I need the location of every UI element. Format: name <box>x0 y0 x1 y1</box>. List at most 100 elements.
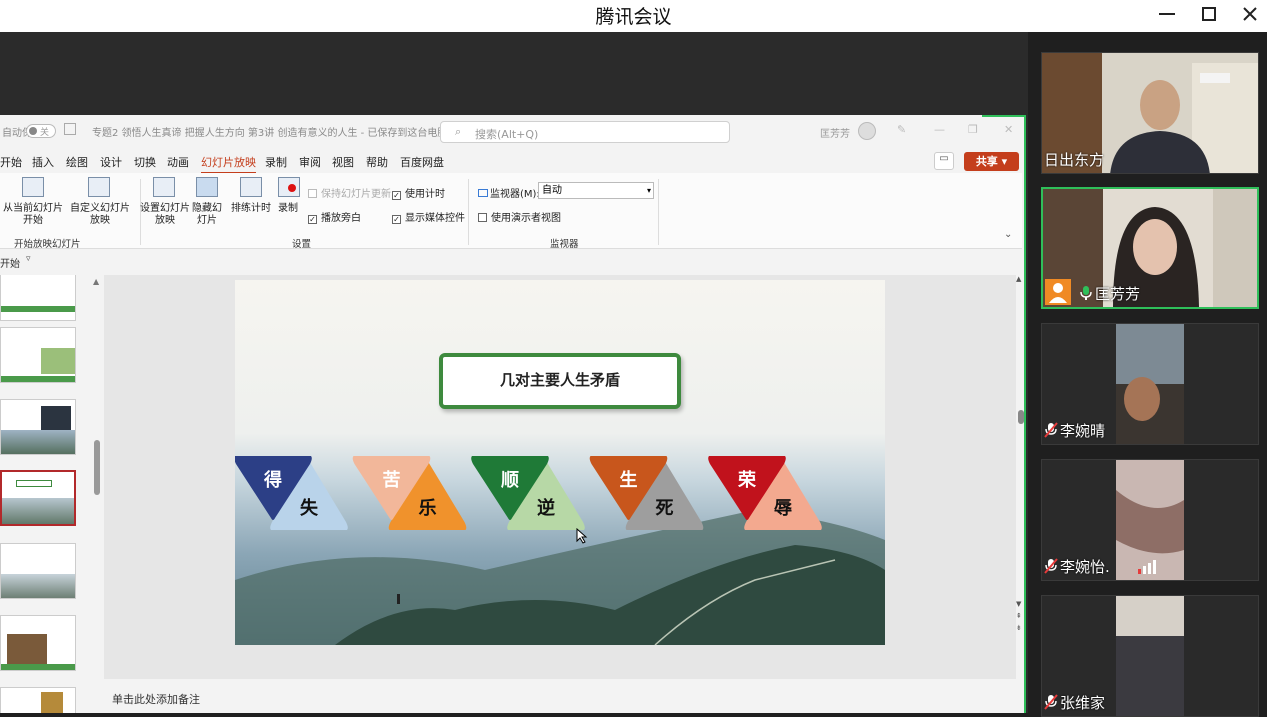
slide-thumbnail[interactable] <box>0 275 76 321</box>
use-timings-label: 使用计时 <box>405 189 445 200</box>
share-frame-indicator <box>1024 115 1026 713</box>
ppt-minimize-icon[interactable]: — <box>934 123 945 136</box>
monitor-label-row: 监视器(M): <box>478 185 540 200</box>
setup-slideshow-button[interactable]: 设置幻灯片放映 <box>140 203 190 227</box>
tab-draw[interactable]: 绘图 <box>66 154 88 170</box>
play-narration-label: 播放旁白 <box>321 213 361 224</box>
from-current-slide-button[interactable]: 从当前幻灯片开始 <box>2 203 64 227</box>
participant-video-list: 日出东方 匡芳芳 李婉晴 李婉怡. 张维家 <box>1028 32 1267 717</box>
qat-start-label: 开始 <box>0 259 20 270</box>
close-icon <box>1243 7 1257 21</box>
tab-review[interactable]: 审阅 <box>299 154 321 170</box>
show-media-label: 显示媒体控件 <box>405 213 465 224</box>
tab-record[interactable]: 录制 <box>265 154 287 170</box>
participant-name-row: 匡芳芳 <box>1079 283 1140 304</box>
monitor-icon <box>478 189 488 197</box>
participant-name: 张维家 <box>1060 694 1106 712</box>
pair-second-char: 乐 <box>419 498 437 519</box>
participant-name: 李婉怡. <box>1060 558 1110 576</box>
thumbnail-scrollbar[interactable] <box>94 275 100 713</box>
participant-tile[interactable]: 张维家 <box>1041 595 1259 717</box>
search-input[interactable]: ⌕ 搜索(Alt+Q) <box>440 121 730 143</box>
pen-icon[interactable]: ✎ <box>897 123 906 136</box>
notes-pane[interactable]: 单击此处添加备注 <box>104 684 1016 713</box>
ppt-close-icon[interactable]: ✕ <box>1004 123 1013 136</box>
record-icon <box>278 177 300 197</box>
use-timings-checkbox[interactable]: ✓ 使用计时 <box>392 185 445 200</box>
participant-tile-speaking[interactable]: 匡芳芳 <box>1041 187 1259 309</box>
ribbon: 从当前幻灯片开始 自定义幻灯片放映 开始放映幻灯片 设置幻灯片放映 隐藏幻灯片 … <box>0 173 1022 250</box>
show-media-checkbox[interactable]: ✓ 显示媒体控件 <box>392 209 465 224</box>
tab-transitions[interactable]: 切换 <box>134 154 156 170</box>
rehearse-timings-button[interactable]: 排练计时 <box>230 203 272 215</box>
close-button[interactable] <box>1229 0 1267 28</box>
user-avatar[interactable] <box>858 122 876 140</box>
participant-tile[interactable]: 日出东方 <box>1041 52 1259 174</box>
ppt-restore-icon[interactable]: ❐ <box>968 123 978 136</box>
muted-microphone-icon <box>1044 558 1058 574</box>
group-setup-label: 设置 <box>292 239 312 250</box>
muted-microphone-icon <box>1044 694 1058 710</box>
shared-screen: 自动保存 关 专题2 领悟人生真谛 把握人生方向 第3讲 创造有意义的人生 - … <box>0 32 1028 713</box>
record-button[interactable]: 录制 <box>274 203 302 215</box>
comment-button[interactable]: ▭ <box>934 152 954 170</box>
participant-tile[interactable]: 李婉晴 <box>1041 323 1259 445</box>
from-current-slide-icon <box>22 177 44 197</box>
tab-insert[interactable]: 插入 <box>32 154 54 170</box>
scroll-up-icon[interactable]: ▲ <box>93 277 99 286</box>
pair-second-char: 辱 <box>774 498 792 519</box>
slide-thumbnail[interactable] <box>0 615 76 671</box>
minimize-button[interactable] <box>1146 0 1188 28</box>
autosave-toggle[interactable]: 关 <box>26 124 56 138</box>
presenter-view-label: 使用演示者视图 <box>491 213 561 224</box>
pair-first-char: 得 <box>263 469 282 491</box>
slide-thumbnail[interactable] <box>0 543 76 599</box>
contradiction-pairs: 得失苦乐顺逆生死荣辱 <box>235 456 822 530</box>
tab-animations[interactable]: 动画 <box>167 154 189 170</box>
window-title: 腾讯会议 <box>595 6 672 28</box>
pair-first-char: 生 <box>620 469 638 491</box>
tab-design[interactable]: 设计 <box>100 154 122 170</box>
contradiction-pair: 顺逆 <box>471 456 585 530</box>
slide-thumbnail-current[interactable] <box>0 470 76 526</box>
monitor-label: 监视器(M): <box>490 189 540 200</box>
save-icon[interactable] <box>64 123 76 135</box>
participant-name: 匡芳芳 <box>1095 285 1141 303</box>
presenter-view-checkbox[interactable]: 使用演示者视图 <box>478 209 561 224</box>
tab-slideshow[interactable]: 幻灯片放映 <box>201 154 256 174</box>
pair-second-char: 死 <box>656 498 674 519</box>
chevron-down-icon: ▾ <box>646 186 651 195</box>
qat-dropdown-icon[interactable]: ▿ <box>26 254 31 264</box>
maximize-button[interactable] <box>1188 0 1230 28</box>
slide-editor: 几对主要人生矛盾 得失苦乐顺逆生死荣辱 <box>104 275 1016 679</box>
participant-name-row: 李婉晴 <box>1044 420 1105 441</box>
ppt-title-bar: 自动保存 关 专题2 领悟人生真谛 把握人生方向 第3讲 创造有意义的人生 - … <box>0 115 1026 147</box>
ribbon-separator <box>658 179 659 245</box>
pair-second-char: 失 <box>300 497 319 519</box>
keep-updated-checkbox[interactable]: 保持幻灯片更新 <box>308 185 391 200</box>
quick-access-bar: 开始 ▿ <box>0 251 1022 271</box>
tab-baidu-pan[interactable]: 百度网盘 <box>400 154 444 170</box>
play-narration-checkbox[interactable]: ✓ 播放旁白 <box>308 209 361 224</box>
mouse-cursor-icon <box>576 528 588 544</box>
hide-slide-button[interactable]: 隐藏幻灯片 <box>190 203 224 227</box>
tab-view[interactable]: 视图 <box>332 154 354 170</box>
search-placeholder: 搜索(Alt+Q) <box>475 128 539 141</box>
minimize-icon <box>1159 13 1175 15</box>
group-start-label: 开始放映幻灯片 <box>14 239 81 250</box>
participant-tile[interactable]: 李婉怡. <box>1041 459 1259 581</box>
monitor-select[interactable]: 自动 ▾ <box>538 182 654 199</box>
participant-video <box>1043 189 1257 307</box>
collapse-ribbon-icon[interactable]: ⌄ <box>1004 229 1012 240</box>
slide-thumbnail[interactable] <box>0 399 76 455</box>
share-button[interactable]: 共享 ▾ <box>964 152 1019 171</box>
setup-slideshow-icon <box>153 177 175 197</box>
slide-thumbnail[interactable] <box>0 687 76 713</box>
slide-thumbnail[interactable] <box>0 327 76 383</box>
tab-home[interactable]: 开始 <box>0 154 22 170</box>
contradiction-pair: 得失 <box>235 456 348 530</box>
custom-slideshow-button[interactable]: 自定义幻灯片放映 <box>70 203 130 227</box>
microphone-icon <box>1080 286 1092 300</box>
tab-help[interactable]: 帮助 <box>366 154 388 170</box>
current-slide[interactable]: 几对主要人生矛盾 得失苦乐顺逆生死荣辱 <box>235 280 885 645</box>
